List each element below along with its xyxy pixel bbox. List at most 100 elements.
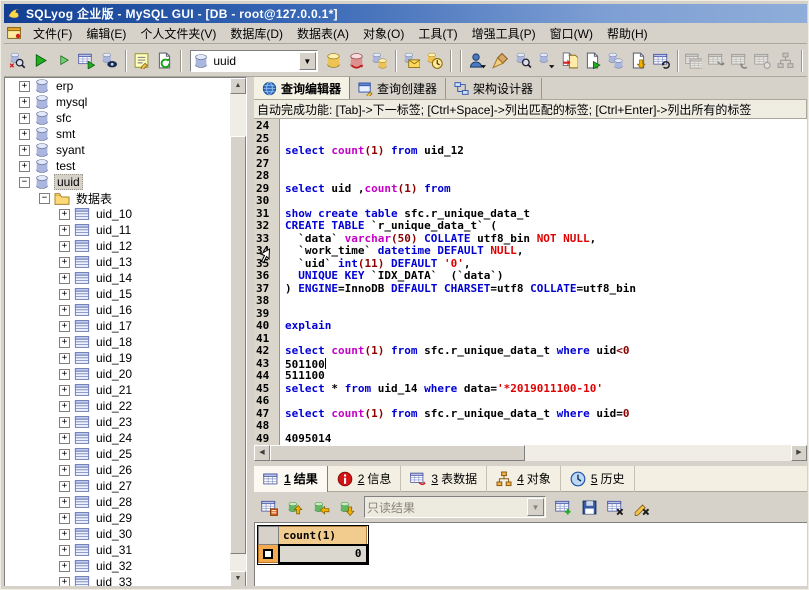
expand-toggle[interactable]: + xyxy=(59,289,70,300)
expand-toggle[interactable]: + xyxy=(19,97,30,108)
tree-item-sfc[interactable]: +sfc xyxy=(5,110,230,126)
menu-4[interactable]: 数据库(D) xyxy=(223,25,290,43)
expand-toggle[interactable]: + xyxy=(59,273,70,284)
menu-10[interactable]: 帮助(H) xyxy=(600,25,655,43)
tree-item-uid_28[interactable]: +uid_28 xyxy=(5,494,230,510)
refresh-database-icon[interactable] xyxy=(346,49,367,73)
expand-toggle[interactable]: + xyxy=(59,305,70,316)
expand-toggle[interactable]: + xyxy=(59,497,70,508)
expand-toggle[interactable]: + xyxy=(59,257,70,268)
tree-item-uid_10[interactable]: +uid_10 xyxy=(5,206,230,222)
expand-toggle[interactable]: + xyxy=(59,449,70,460)
tree-item-uid_17[interactable]: +uid_17 xyxy=(5,318,230,334)
database-selector[interactable]: uuid▼ xyxy=(190,50,317,72)
tree-item-uid_25[interactable]: +uid_25 xyxy=(5,446,230,462)
sql-editor[interactable]: 2425262728293031323334353637383940414243… xyxy=(254,119,807,445)
tree-item-uid_11[interactable]: +uid_11 xyxy=(5,222,230,238)
tree-item-uid_27[interactable]: +uid_27 xyxy=(5,478,230,494)
new-connection-icon[interactable] xyxy=(7,49,28,73)
query-formatter-icon[interactable] xyxy=(132,49,153,73)
tree-item-uid_14[interactable]: +uid_14 xyxy=(5,270,230,286)
expand-toggle[interactable]: + xyxy=(59,369,70,380)
refresh-result-icon[interactable] xyxy=(257,495,281,519)
tab-信息[interactable]: 2信息 xyxy=(328,466,402,492)
tree-item-uid_24[interactable]: +uid_24 xyxy=(5,430,230,446)
query-window-icon[interactable] xyxy=(6,25,22,41)
tree-item-uid_19[interactable]: +uid_19 xyxy=(5,350,230,366)
tree-item-uid_26[interactable]: +uid_26 xyxy=(5,462,230,478)
tree-scroll-thumb[interactable] xyxy=(230,136,246,554)
menu-5[interactable]: 数据表(A) xyxy=(290,25,356,43)
expand-toggle[interactable]: + xyxy=(59,337,70,348)
expand-toggle[interactable]: + xyxy=(59,529,70,540)
sql-code-area[interactable]: select count(1) from uid_12select uid ,c… xyxy=(280,119,807,445)
scroll-up-button[interactable]: ▲ xyxy=(230,78,246,94)
menu-2[interactable]: 编辑(E) xyxy=(79,25,133,43)
tree-item-syant[interactable]: +syant xyxy=(5,142,230,158)
tab-表数据[interactable]: 3表数据 xyxy=(401,466,487,492)
tab-架构设计器[interactable]: 架构设计器 xyxy=(446,78,542,99)
cancel-changes-icon[interactable] xyxy=(629,495,653,519)
collapse-toggle[interactable]: − xyxy=(39,193,50,204)
tree-item-uid_30[interactable]: +uid_30 xyxy=(5,526,230,542)
tree-item-smt[interactable]: +smt xyxy=(5,126,230,142)
menu-7[interactable]: 工具(T) xyxy=(411,25,464,43)
tab-对象[interactable]: 4对象 xyxy=(487,466,561,492)
expand-toggle[interactable]: + xyxy=(59,241,70,252)
tab-结果[interactable]: 1结果 xyxy=(254,466,328,492)
menu-6[interactable]: 对象(O) xyxy=(356,25,411,43)
sync-data-icon[interactable] xyxy=(651,49,672,73)
grid-value-cell[interactable]: 0 xyxy=(279,545,367,563)
delete-row-icon[interactable] xyxy=(603,495,627,519)
tree-item-uid_23[interactable]: +uid_23 xyxy=(5,414,230,430)
scroll-down-button[interactable]: ▼ xyxy=(230,571,246,587)
expand-toggle[interactable]: + xyxy=(59,481,70,492)
expand-toggle[interactable]: + xyxy=(19,161,30,172)
expand-toggle[interactable]: + xyxy=(19,81,30,92)
expand-toggle[interactable]: + xyxy=(59,433,70,444)
scroll-right-button[interactable]: ▶ xyxy=(791,445,807,461)
preview-result-icon[interactable] xyxy=(99,49,120,73)
expand-toggle[interactable]: + xyxy=(59,417,70,428)
expand-toggle[interactable]: + xyxy=(59,225,70,236)
tree-item-test[interactable]: +test xyxy=(5,158,230,174)
editor-hscroll-thumb[interactable] xyxy=(270,445,525,461)
tree-item-erp[interactable]: +erp xyxy=(5,78,230,94)
user-manager-icon[interactable] xyxy=(467,49,488,73)
export-data-icon[interactable] xyxy=(582,49,603,73)
grid-column-header[interactable]: count(1) xyxy=(279,527,367,545)
expand-toggle[interactable]: + xyxy=(19,113,30,124)
tab-查询编辑器[interactable]: 查询编辑器 xyxy=(254,77,350,99)
tab-查询创建器[interactable]: 查询创建器 xyxy=(350,78,446,99)
export-result-back-icon[interactable] xyxy=(309,495,333,519)
tree-item-uid_31[interactable]: +uid_31 xyxy=(5,542,230,558)
schema-sync-icon[interactable] xyxy=(536,49,557,73)
tree-item-uid_29[interactable]: +uid_29 xyxy=(5,510,230,526)
tree-item-uid_22[interactable]: +uid_22 xyxy=(5,398,230,414)
expand-toggle[interactable]: + xyxy=(59,465,70,476)
insert-row-icon[interactable] xyxy=(551,495,575,519)
execute-query-icon[interactable] xyxy=(30,49,51,73)
expand-toggle[interactable]: + xyxy=(59,209,70,220)
menu-8[interactable]: 增强工具(P) xyxy=(465,25,543,43)
expand-toggle[interactable]: + xyxy=(59,401,70,412)
tree-item-mysql[interactable]: +mysql xyxy=(5,94,230,110)
tree-item-uid_12[interactable]: +uid_12 xyxy=(5,238,230,254)
tree-item-uuid[interactable]: −uuid xyxy=(5,174,230,190)
tree-item-uid_32[interactable]: +uid_32 xyxy=(5,558,230,574)
tree-item-uid_21[interactable]: +uid_21 xyxy=(5,382,230,398)
email-notification-icon[interactable] xyxy=(402,49,423,73)
refresh-object-browser-icon[interactable] xyxy=(154,49,175,73)
tab-历史[interactable]: 5历史 xyxy=(561,466,635,492)
expand-toggle[interactable]: + xyxy=(59,353,70,364)
import-data-icon[interactable] xyxy=(628,49,649,73)
expand-toggle[interactable]: + xyxy=(59,513,70,524)
sync-database-icon[interactable] xyxy=(323,49,344,73)
scroll-left-button[interactable]: ◀ xyxy=(254,445,270,461)
chevron-down-icon[interactable]: ▼ xyxy=(299,52,316,70)
tree-item-uid_15[interactable]: +uid_15 xyxy=(5,286,230,302)
grid-corner-cell[interactable] xyxy=(259,527,279,545)
menu-3[interactable]: 个人文件夹(V) xyxy=(133,25,223,43)
expand-toggle[interactable]: + xyxy=(59,545,70,556)
row-checkbox[interactable] xyxy=(263,549,273,559)
